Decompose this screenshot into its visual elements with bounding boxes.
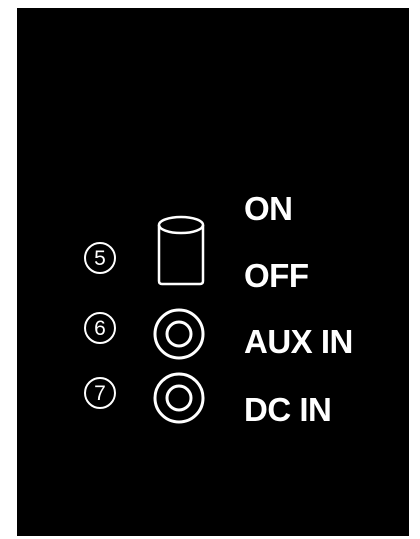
callout-number-5-text: 5 [94,247,106,270]
callout-number-6-text: 6 [94,317,106,340]
label-off: OFF [244,257,309,294]
callout-number-5: 5 [83,241,117,275]
callout-number-7-text: 7 [94,382,106,405]
dc-jack-icon [151,370,207,426]
label-aux-in: AUX IN [244,323,353,360]
callout-number-6: 6 [83,311,117,345]
callout-number-7: 7 [83,376,117,410]
aux-jack-icon [151,306,207,362]
rocker-switch-icon [155,211,211,291]
label-on: ON [244,190,293,227]
control-panel-diagram: 5 6 7 ON OFF AUX IN DC IN [17,8,409,536]
label-dc-in: DC IN [244,391,332,428]
